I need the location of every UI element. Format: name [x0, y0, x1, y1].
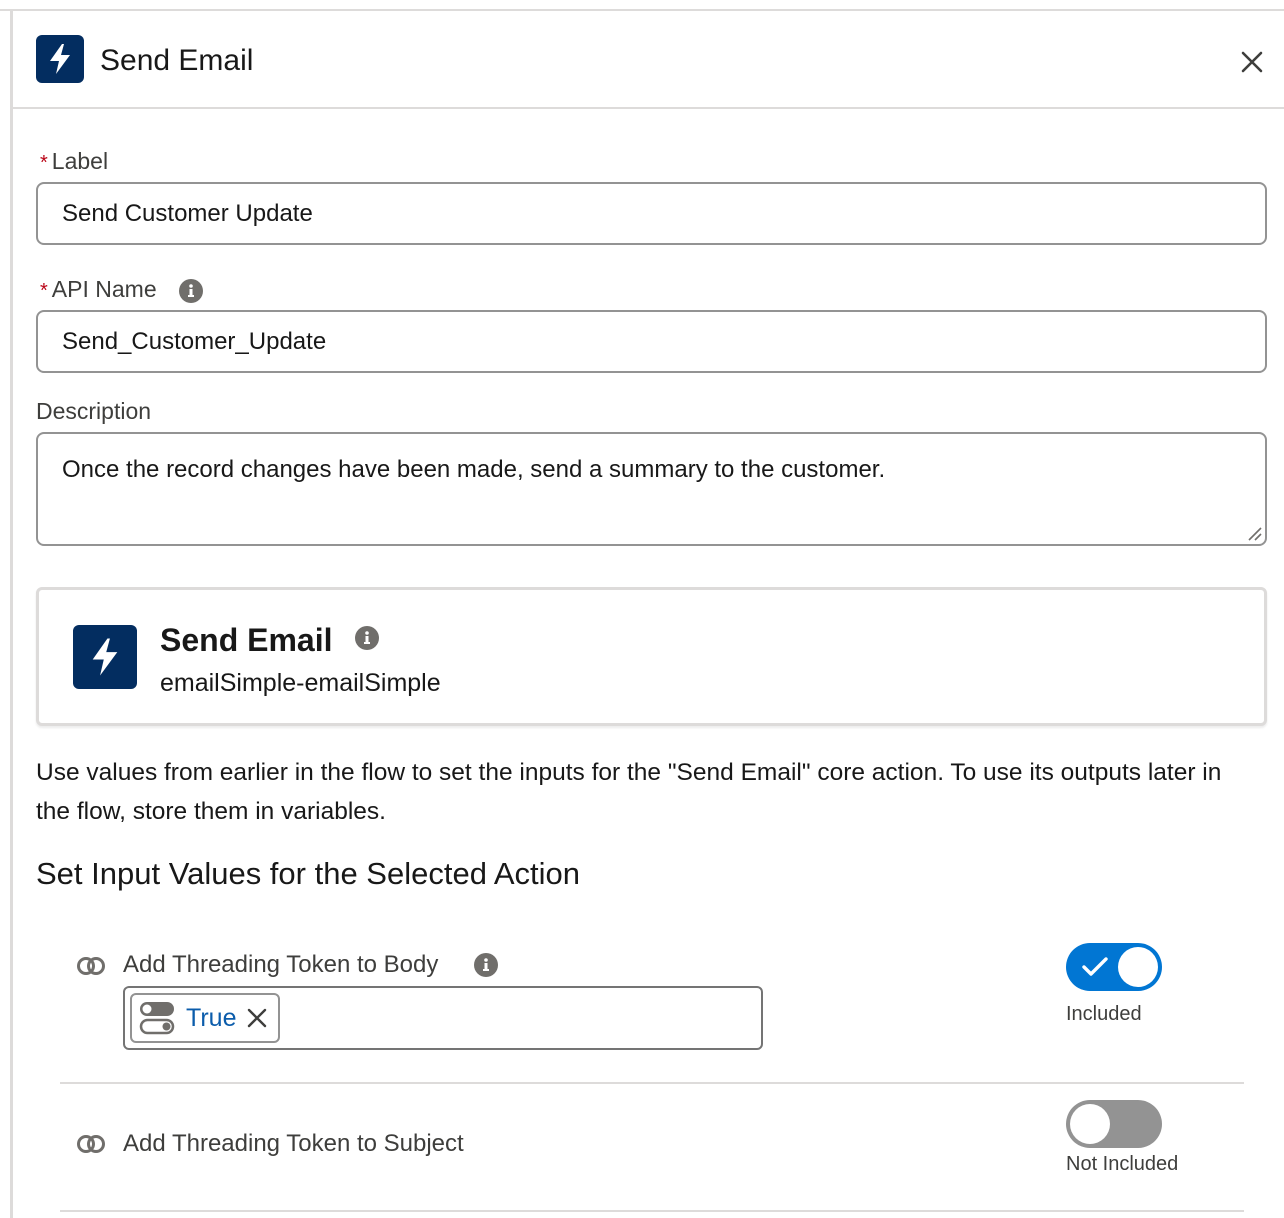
remove-icon[interactable]: [246, 1007, 268, 1029]
toggle-knob: [1118, 947, 1158, 987]
info-icon[interactable]: [179, 278, 204, 303]
required-marker: *: [40, 280, 48, 302]
checkmark-icon: [1082, 957, 1108, 976]
label-input[interactable]: Send Customer Update: [36, 182, 1267, 245]
info-icon[interactable]: [355, 626, 379, 650]
label-field-label: * Label: [40, 146, 108, 178]
resize-grip-icon[interactable]: [1245, 524, 1263, 542]
panel-title: Send Email: [100, 44, 254, 77]
lightning-bolt-icon: [73, 625, 137, 689]
action-title: Send Email: [160, 622, 333, 658]
top-edge: [0, 0, 1284, 11]
input-label: Add Threading Token to Subject: [123, 1130, 464, 1157]
close-button[interactable]: [1237, 47, 1267, 77]
required-marker: *: [40, 152, 48, 174]
link-icon: [77, 957, 105, 975]
help-text: Use values from earlier in the flow to s…: [36, 759, 1222, 825]
link-icon: [77, 1135, 105, 1153]
description-label: Description: [36, 398, 152, 424]
include-toggle[interactable]: [1066, 943, 1162, 991]
include-status: Included: [1066, 1003, 1142, 1025]
action-api-name: emailSimple-emailSimple: [160, 669, 441, 697]
close-icon: [1241, 51, 1263, 73]
send-email-panel: Send Email * Label Send Customer Update *…: [10, 11, 1284, 1218]
selected-action-card: Send Email emailSimple-emailSimple: [36, 587, 1267, 726]
info-icon[interactable]: [474, 953, 498, 977]
value-combobox[interactable]: True: [123, 986, 763, 1050]
api-name-label-text: API Name: [51, 276, 157, 302]
input-row: Add Threading Token to Subject Not Inclu…: [60, 1084, 1244, 1212]
label-field-label-text: Label: [51, 148, 109, 174]
boolean-toggle-icon: [139, 1002, 175, 1035]
value-pill[interactable]: True: [130, 993, 281, 1043]
toggle-knob: [1070, 1104, 1110, 1144]
input-label: Add Threading Token to Body: [123, 951, 439, 978]
lightning-bolt-icon: [36, 35, 84, 83]
panel-header: Send Email: [13, 11, 1284, 109]
api-name-field-label: * API Name: [40, 274, 204, 306]
pill-value: True: [186, 1004, 237, 1032]
api-name-input[interactable]: Send_Customer_Update: [36, 310, 1267, 373]
input-row: Add Threading Token to Body True Include…: [60, 931, 1244, 1084]
description-textarea[interactable]: Once the record changes have been made, …: [36, 432, 1267, 546]
include-toggle[interactable]: [1066, 1100, 1162, 1148]
description-text: Once the record changes have been made, …: [62, 456, 886, 483]
include-status: Not Included: [1066, 1153, 1179, 1175]
section-heading: Set Input Values for the Selected Action: [36, 856, 580, 891]
